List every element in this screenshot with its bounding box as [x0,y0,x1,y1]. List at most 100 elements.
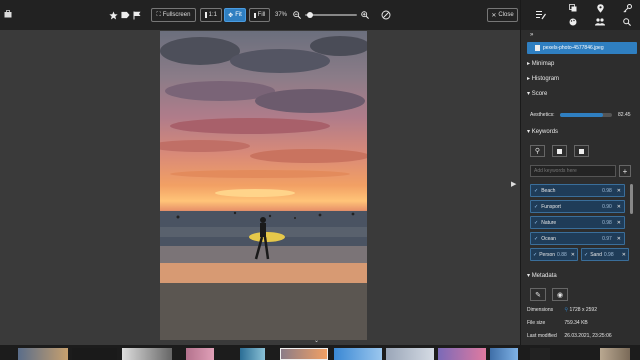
check-icon[interactable]: ✓ [534,204,538,210]
filmstrip-toggle-chevron-icon[interactable]: ⌄ [314,337,319,344]
image-viewer: ⛶ Fullscreen 1:1 ✥ Fit Fill 37% ✕ Close … [0,0,520,345]
zoom-level: 37% [274,12,287,18]
sidebar-toolbar [521,0,640,30]
thumbnail[interactable] [600,348,630,360]
plus-icon: + [622,166,628,176]
briefcase-icon[interactable] [3,9,13,19]
section-score[interactable]: ▾ Score [527,90,547,97]
thumbnail[interactable] [386,348,434,360]
eye-icon: ◉ [556,291,564,299]
keyword-item[interactable]: ✓ Beach 0.98 ✕ [530,184,625,197]
person-icon: ⚲ [534,148,541,155]
remove-keyword-icon[interactable]: ✕ [622,252,626,258]
file-badge[interactable]: pexels-photo-4577846.jpeg [527,42,637,54]
main-photo [160,31,367,340]
close-button[interactable]: ✕ Close [487,8,518,22]
expand-sidebar-icon[interactable]: » [530,32,533,38]
check-icon[interactable]: ✓ [533,252,537,258]
one-to-one-button[interactable]: 1:1 [200,8,222,22]
thumbnail[interactable] [186,348,214,360]
zoom-in-icon[interactable] [360,8,370,22]
keyword-score: 0.90 [602,203,612,210]
edit-list-icon[interactable] [535,10,547,20]
section-metadata[interactable]: ▾ Metadata [527,272,557,279]
keyword-name: Funsport [541,203,561,210]
viewer-toolbar: ⛶ Fullscreen 1:1 ✥ Fit Fill 37% ✕ Close [0,0,520,30]
fit-icon: ✥ [228,12,234,19]
tag-icon[interactable] [120,8,130,22]
keyword-item[interactable]: ✓ Sand 0.98 ✕ [581,248,629,261]
score-value: 82.45 [618,112,631,118]
keyword-name: Beach [541,187,556,194]
fill-button[interactable]: Fill [249,8,270,22]
close-icon: ✕ [491,12,497,19]
thumbnail[interactable] [438,348,486,360]
remove-keyword-icon[interactable]: ✕ [617,236,621,242]
remove-keyword-icon[interactable]: ✕ [617,204,621,210]
palette-icon[interactable] [567,17,579,27]
check-icon[interactable]: ✓ [584,252,588,258]
flag-icon[interactable] [132,8,142,22]
thumbnail[interactable] [530,348,550,360]
section-histogram[interactable]: ▸ Histogram [527,75,559,82]
keyword-scrollbar[interactable] [630,184,633,214]
zoom-out-icon[interactable] [292,8,302,22]
check-icon[interactable]: ✓ [534,236,538,242]
score-bar-fill [560,113,603,117]
filmstrip [0,345,640,360]
fullscreen-button[interactable]: ⛶ Fullscreen [151,8,196,22]
map-pin-icon[interactable] [594,3,606,13]
remove-keyword-icon[interactable]: ✕ [617,188,621,194]
people-icon[interactable] [594,17,606,27]
thumbnail[interactable] [334,348,382,360]
search-icon[interactable]: ⚲ [564,307,568,313]
next-image-chevron-icon[interactable]: ▶ [511,180,516,188]
keyword-score: 0.98 [602,187,612,194]
score-bar [560,113,612,117]
add-keyword-input[interactable] [530,165,616,177]
fit-button[interactable]: ✥ Fit [224,8,246,22]
edit-metadata-button[interactable]: ✎ [530,288,546,301]
add-keyword-button[interactable]: + [619,165,631,177]
keyword-item[interactable]: ✓ Person 0.88 ✕ [530,248,578,261]
check-icon[interactable]: ✓ [534,188,538,194]
keyword-name: Person [539,251,556,258]
keyword-item[interactable]: ✓ Funsport 0.90 ✕ [530,200,625,213]
thumbnail[interactable] [240,348,265,360]
chevron-down-icon: ▾ [527,273,531,279]
check-icon[interactable]: ✓ [534,220,538,226]
remove-keyword-icon[interactable]: ✕ [617,220,621,226]
key-icon[interactable] [621,3,633,13]
rotate-icon[interactable] [380,8,392,22]
metadata-row: Last modified 26.03.2021, 23:25:06 [527,333,612,339]
zoom-slider[interactable] [305,8,357,22]
section-keywords[interactable]: ▾ Keywords [527,128,558,135]
file-icon [535,45,540,51]
thumbnail-selected[interactable] [280,348,328,360]
thumbnail[interactable] [122,348,172,360]
chevron-right-icon: ▸ [527,76,531,82]
keyword-item[interactable]: ✓ Ocean 0.97 ✕ [530,232,625,245]
keyword-action-button[interactable] [552,145,567,157]
search-icon[interactable] [621,17,633,27]
keyword-download-button[interactable] [574,145,589,157]
keyword-score: 0.97 [602,235,612,242]
view-metadata-button[interactable]: ◉ [552,288,568,301]
thumbnail[interactable] [72,348,117,360]
thumbnail[interactable] [18,348,68,360]
section-minimap[interactable]: ▸ Minimap [527,60,554,67]
keyword-name: Nature [541,219,557,226]
copy-icon[interactable] [567,3,579,13]
stop-icon [557,148,562,154]
fullscreen-icon: ⛶ [156,11,161,18]
right-sidebar: » pexels-photo-4577846.jpeg ▸ Minimap ▸ … [520,0,640,345]
remove-keyword-icon[interactable]: ✕ [571,252,575,258]
zoom-slider-knob[interactable] [307,12,314,18]
thumbnail[interactable] [490,348,518,360]
star-icon[interactable] [108,8,118,22]
keyword-score: 0.98 [603,251,614,258]
surfer-figure [249,217,285,260]
chevron-down-icon: ▾ [527,129,531,135]
add-person-button[interactable]: ⚲ [530,145,545,157]
keyword-item[interactable]: ✓ Nature 0.98 ✕ [530,216,625,229]
